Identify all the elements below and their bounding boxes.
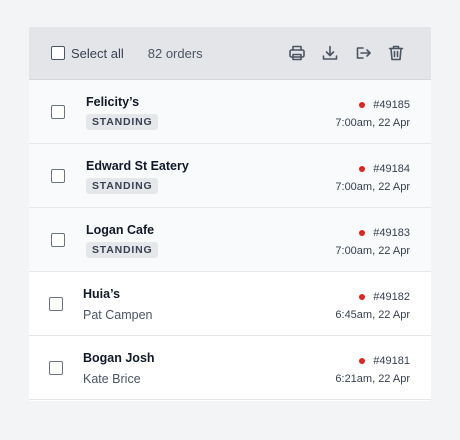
customer-name: Felicity’s (86, 95, 140, 109)
order-meta: #49185 7:00am, 22 Apr (335, 98, 410, 130)
row-checkbox[interactable] (51, 105, 65, 119)
order-customer: Edward St Eatery STANDING (86, 158, 189, 194)
row-checkbox[interactable] (51, 233, 65, 247)
customer-name: Edward St Eatery (86, 159, 189, 173)
order-time: 7:00am, 22 Apr (335, 117, 410, 129)
order-row[interactable]: Felicity’s STANDING #49185 7:00am, 22 Ap… (29, 80, 431, 144)
order-meta: #49181 6:21am, 22 Apr (335, 354, 410, 386)
order-customer: Bogan Josh Kate Brice (83, 350, 155, 387)
order-count: 82 orders (147, 45, 203, 61)
download-icon[interactable] (321, 44, 339, 62)
orders-toolbar: Select all 82 orders (29, 27, 431, 80)
status-dot-icon (359, 102, 366, 108)
order-customer: Felicity’s STANDING (86, 94, 159, 130)
order-time: 7:00am, 22 Apr (335, 181, 410, 193)
customer-name: Bogan Josh (83, 351, 155, 365)
order-meta: #49184 7:00am, 22 Apr (335, 162, 410, 194)
order-row[interactable]: Edward St Eatery STANDING #49184 7:00am,… (29, 144, 431, 208)
order-row[interactable]: Huia’s Pat Campen #49182 6:45am, 22 Apr (29, 272, 431, 336)
select-all-checkbox[interactable] (51, 46, 65, 60)
order-time: 7:00am, 22 Apr (335, 245, 410, 257)
order-meta: #49182 6:45am, 22 Apr (335, 290, 410, 322)
contact-name: Pat Campen (83, 308, 153, 322)
row-checkbox[interactable] (49, 361, 63, 375)
order-number: #49183 (373, 227, 410, 239)
order-row[interactable]: Bogan Josh Kate Brice #49181 6:21am, 22 … (29, 336, 431, 400)
select-all-label[interactable]: Select all (71, 46, 124, 61)
order-customer: Huia’s Pat Campen (83, 286, 152, 323)
order-time: 6:21am, 22 Apr (335, 373, 410, 385)
row-checkbox[interactable] (49, 297, 63, 311)
trash-icon[interactable] (387, 44, 405, 62)
export-icon[interactable] (354, 44, 372, 62)
customer-name: Logan Cafe (86, 223, 155, 237)
order-customer: Logan Cafe STANDING (86, 222, 159, 258)
order-number: #49181 (373, 355, 410, 367)
customer-name: Huia’s (83, 287, 121, 301)
status-dot-icon (359, 166, 366, 172)
status-dot-icon (359, 294, 366, 300)
standing-badge: STANDING (86, 114, 159, 130)
standing-badge: STANDING (86, 178, 159, 194)
orders-panel: Select all 82 orders Felicity’s STANDING… (29, 27, 431, 401)
standing-badge: STANDING (86, 242, 159, 258)
order-row[interactable]: Logan Cafe STANDING #49183 7:00am, 22 Ap… (29, 208, 431, 272)
order-meta: #49183 7:00am, 22 Apr (335, 226, 410, 258)
order-number: #49182 (373, 291, 410, 303)
order-time: 6:45am, 22 Apr (335, 309, 410, 321)
status-dot-icon (359, 230, 366, 236)
contact-name: Kate Brice (83, 372, 141, 386)
order-number: #49185 (373, 99, 410, 111)
order-number: #49184 (373, 163, 410, 175)
bulk-actions (288, 44, 405, 62)
print-icon[interactable] (288, 44, 306, 62)
status-dot-icon (359, 358, 366, 364)
row-checkbox[interactable] (51, 169, 65, 183)
